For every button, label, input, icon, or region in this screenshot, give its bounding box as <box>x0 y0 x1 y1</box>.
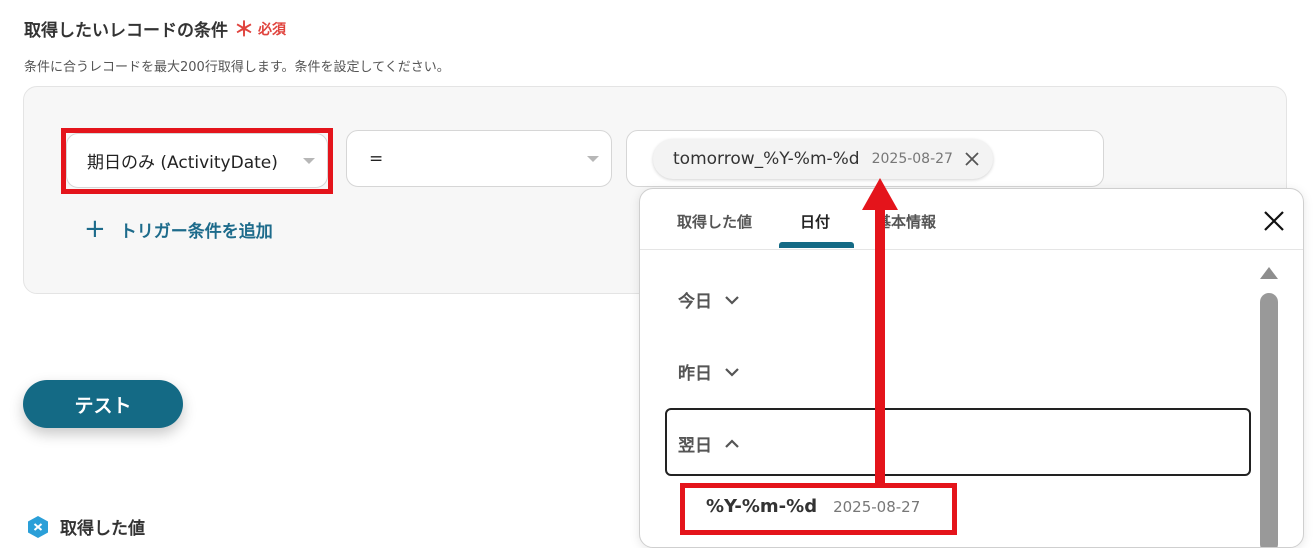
active-tab-indicator <box>779 242 854 248</box>
group-tomorrow[interactable]: 翌日 <box>678 431 740 456</box>
group-today-label: 今日 <box>678 292 712 312</box>
test-button[interactable]: テスト <box>23 380 183 428</box>
test-button-label: テスト <box>74 394 132 417</box>
value-token-chip[interactable]: tomorrow_%Y-%m-%d 2025-08-27 <box>653 139 993 179</box>
required-star-icon: ＊ <box>234 16 254 41</box>
option-highlight <box>680 483 957 535</box>
close-icon[interactable] <box>963 150 981 168</box>
tab-date[interactable]: 日付 <box>800 211 830 232</box>
tab-basic-info[interactable]: 基本情報 <box>876 211 936 232</box>
section-description: 条件に合うレコードを最大200行取得します。条件を設定してください。 <box>24 60 450 75</box>
token-date: 2025-08-27 <box>871 151 953 167</box>
group-yesterday-label: 昨日 <box>678 364 712 384</box>
chevron-down-icon <box>725 295 739 305</box>
section-title-text: 取得したいレコードの条件 <box>24 21 228 41</box>
required-label: 必須 <box>258 21 286 38</box>
group-tomorrow-label: 翌日 <box>678 436 712 456</box>
tab-acquired-values[interactable]: 取得した値 <box>677 211 752 232</box>
operator-select[interactable]: = <box>346 130 612 187</box>
add-trigger-condition-link[interactable]: + トリガー条件を追加 <box>84 216 273 242</box>
chevron-down-icon <box>725 367 739 377</box>
value-input[interactable]: tomorrow_%Y-%m-%d 2025-08-27 <box>626 130 1104 187</box>
scroll-up-icon[interactable] <box>1260 267 1278 279</box>
output-label: 取得した値 <box>60 519 145 539</box>
caret-down-icon <box>587 155 599 162</box>
operator-select-value: = <box>369 148 384 169</box>
add-trigger-label: トリガー条件を追加 <box>119 221 273 242</box>
group-tomorrow-highlight <box>665 408 1251 476</box>
picker-tabs: 取得した値 日付 基本情報 <box>640 189 1303 250</box>
close-icon[interactable] <box>1262 209 1286 233</box>
output-hex-icon <box>28 515 48 538</box>
token-name: tomorrow_%Y-%m-%d <box>673 149 860 169</box>
group-today[interactable]: 今日 <box>678 287 740 312</box>
scrollbar-thumb[interactable] <box>1260 293 1278 547</box>
plus-icon: + <box>84 214 106 244</box>
field-select-highlight <box>61 128 333 194</box>
section-title: 取得したいレコードの条件 ＊ 必須 <box>24 16 286 42</box>
group-yesterday[interactable]: 昨日 <box>678 359 740 384</box>
output-section-header: 取得した値 <box>26 514 145 539</box>
chevron-up-icon <box>725 438 739 448</box>
